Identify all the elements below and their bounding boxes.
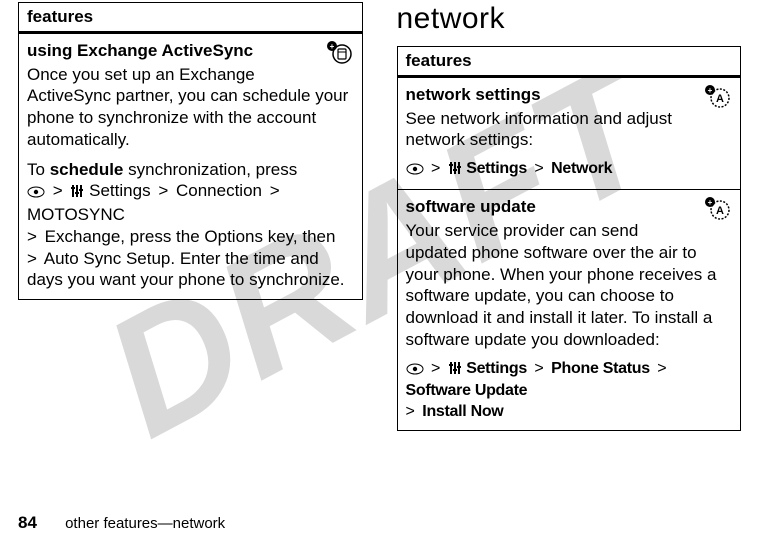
svg-text:A: A bbox=[716, 205, 724, 217]
nav-motosync: MOTOSYNC bbox=[27, 205, 125, 224]
footer-text: other features—network bbox=[65, 515, 225, 532]
sync-badge-icon: + bbox=[324, 40, 354, 70]
row-nav: > Settings > Network bbox=[406, 159, 733, 181]
nav-phone-status: Phone Status bbox=[551, 360, 650, 377]
text: , press the bbox=[120, 227, 204, 246]
nav-software-update: Software Update bbox=[406, 382, 528, 399]
left-column: features + using Exchange ActiveSync Onc… bbox=[18, 2, 363, 431]
center-key-icon bbox=[406, 361, 424, 381]
center-key-icon bbox=[406, 161, 424, 181]
row-nav: > Settings > Phone Status > Software Upd… bbox=[406, 359, 733, 422]
chevron: > bbox=[406, 403, 418, 420]
chevron: > bbox=[27, 249, 40, 268]
chevron: > bbox=[267, 181, 283, 200]
nav-exchange: Exchange bbox=[45, 227, 121, 246]
nav-settings: Settings bbox=[466, 160, 527, 177]
chevron: > bbox=[155, 181, 171, 200]
settings-icon bbox=[70, 181, 84, 200]
chevron: > bbox=[50, 181, 66, 200]
settings-icon bbox=[448, 160, 462, 177]
chevron: > bbox=[654, 360, 669, 377]
nav-install-now: Install Now bbox=[422, 403, 503, 420]
page-columns: features + using Exchange ActiveSync Onc… bbox=[0, 0, 759, 431]
nav-settings: Settings bbox=[466, 360, 527, 377]
table-row: + A software update Your service provide… bbox=[397, 190, 741, 431]
nav-options: Options bbox=[204, 227, 263, 246]
table-header-right: features bbox=[397, 47, 741, 77]
network-badge-icon: + A bbox=[702, 196, 732, 226]
bold-text: schedule bbox=[50, 160, 124, 179]
page-number: 84 bbox=[18, 513, 37, 532]
settings-icon bbox=[448, 360, 462, 377]
row-title: using Exchange ActiveSync bbox=[27, 40, 354, 62]
chevron: > bbox=[27, 227, 40, 246]
table-header-left: features bbox=[19, 3, 363, 33]
chevron: > bbox=[531, 160, 546, 177]
nav-connection: Connection bbox=[176, 181, 262, 200]
nav-network: Network bbox=[551, 160, 612, 177]
text: key, then bbox=[263, 227, 335, 246]
row-title: network settings bbox=[406, 84, 733, 106]
chevron: > bbox=[428, 160, 443, 177]
row-body: Your service provider can send updated p… bbox=[406, 220, 733, 351]
network-badge-icon: + A bbox=[702, 84, 732, 114]
row-title: software update bbox=[406, 196, 733, 218]
nav-settings: Settings bbox=[89, 181, 150, 200]
text: synchronization, press bbox=[123, 160, 297, 179]
chevron: > bbox=[428, 360, 443, 377]
nav-autosync: Auto Sync Setup bbox=[44, 249, 171, 268]
text: To bbox=[27, 160, 50, 179]
features-table-left: features + using Exchange ActiveSync Onc… bbox=[18, 2, 363, 300]
svg-text:A: A bbox=[716, 93, 724, 105]
section-heading-network: network bbox=[397, 2, 742, 36]
right-column: network features + A network settings Se… bbox=[397, 2, 742, 431]
row-body: See network information and adjust netwo… bbox=[406, 108, 733, 152]
row-body: Once you set up an Exchange ActiveSync p… bbox=[27, 64, 354, 151]
center-key-icon bbox=[27, 182, 45, 204]
page-footer: 84 other features—network bbox=[18, 513, 225, 533]
table-row: + using Exchange ActiveSync Once you set… bbox=[19, 32, 363, 299]
features-table-right: features + A network settings See networ… bbox=[397, 46, 742, 431]
row-body-nav: To schedule synchronization, press > Set… bbox=[27, 159, 354, 292]
chevron: > bbox=[531, 360, 546, 377]
table-row: + A network settings See network informa… bbox=[397, 76, 741, 190]
